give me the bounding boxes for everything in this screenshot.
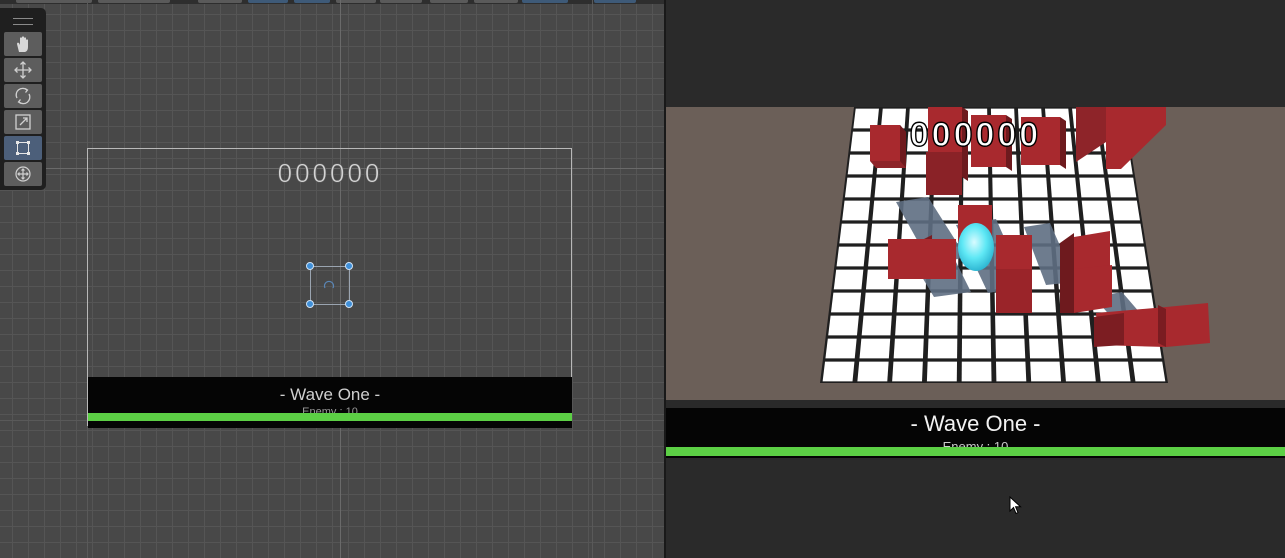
floor-tile [928, 315, 958, 336]
floor-tile [828, 315, 859, 336]
floor-tile [857, 361, 889, 382]
floor-tile [1098, 361, 1131, 382]
floor-tile [992, 177, 1019, 198]
floor-tile [995, 315, 1025, 336]
floor-tile [927, 338, 958, 359]
floor-tile [996, 361, 1027, 382]
floor-tile [842, 200, 871, 221]
pivot-icon[interactable] [322, 277, 336, 291]
floor-tile [962, 292, 991, 313]
player-orb [958, 223, 994, 271]
rect-transform-icon [16, 141, 30, 155]
transform-icon [15, 166, 31, 182]
floor-tile [961, 361, 992, 382]
hand-tool-button[interactable] [4, 32, 42, 56]
floor-tile [863, 292, 894, 313]
hand-icon [17, 36, 28, 52]
floor-tile [1064, 361, 1096, 382]
game-view[interactable]: 000000 - Wave One - Enemy : 10 [666, 0, 1285, 558]
rotate-tool-button[interactable] [4, 84, 42, 108]
mouse-cursor-icon [1009, 496, 1022, 515]
scene-top-toolbar-strip [0, 0, 664, 4]
floor-tile [1027, 315, 1058, 336]
floor-tile [861, 315, 892, 336]
scene-tools-panel [0, 8, 46, 190]
floor-tile [1021, 177, 1048, 198]
scene-score-text[interactable]: 000000 [88, 158, 572, 189]
rotate-icon [15, 87, 31, 105]
game-score-text: 000000 [909, 115, 1042, 154]
floor-tile [1120, 269, 1151, 290]
floor-tile [1108, 177, 1137, 198]
game-wave-banner: - Wave One - Enemy : 10 [666, 408, 1285, 458]
grid-line [592, 0, 593, 558]
floor-tile [833, 269, 864, 290]
floor-tile [1111, 200, 1140, 221]
gizmo-handle-top-right[interactable] [345, 262, 353, 270]
move-tool-button[interactable] [4, 58, 42, 82]
floor-tile [992, 200, 1020, 221]
floor-tile [896, 292, 926, 313]
gizmo-handle-bottom-right[interactable] [345, 300, 353, 308]
gizmo-handle-bottom-left[interactable] [306, 300, 314, 308]
scale-icon [15, 114, 31, 130]
floor-tile [836, 246, 866, 267]
floor-tile [1029, 338, 1060, 359]
floor-tile [1062, 338, 1094, 359]
floor-tile [892, 361, 923, 382]
scene-view[interactable]: 000000 - Wave One - Enemy : 10 [0, 0, 664, 558]
floor-tile [962, 315, 991, 336]
floor-tile [1052, 200, 1080, 221]
floor-tile [1030, 361, 1062, 382]
transform-tool-button[interactable] [4, 162, 42, 186]
floor-tile [1114, 223, 1144, 244]
floor-tile [844, 177, 873, 198]
floor-tile [1050, 177, 1078, 198]
floor-tile [1117, 246, 1148, 267]
floor-tile [961, 338, 992, 359]
floor-tile [893, 338, 924, 359]
floor-tile [895, 315, 925, 336]
floor-tile [926, 361, 958, 382]
floor-tile [822, 361, 855, 382]
floor-tile [995, 338, 1026, 359]
drag-grip-icon[interactable] [13, 18, 33, 25]
floor-tile [1060, 315, 1092, 336]
floor-tile [825, 338, 857, 359]
floor-tile [1079, 177, 1107, 198]
game-wave-title: - Wave One - [910, 411, 1041, 436]
floor-tile [872, 200, 900, 221]
floor-tile [830, 292, 862, 313]
scale-tool-button[interactable] [4, 110, 42, 134]
floor-tile [1132, 361, 1166, 382]
scene-wave-banner[interactable]: - Wave One - Enemy : 10 [88, 377, 572, 428]
rect-tool-button[interactable] [4, 136, 42, 160]
gizmo-handle-top-left[interactable] [306, 262, 314, 270]
floor-tile [963, 177, 989, 198]
scene-wave-title: - Wave One - [279, 385, 381, 404]
floor-tile [874, 177, 902, 198]
floor-tile [1022, 200, 1050, 221]
scene-health-bar [88, 413, 572, 421]
move-arrows-icon [14, 61, 32, 79]
floor-tile [859, 338, 891, 359]
floor-tile [1081, 200, 1110, 221]
game-health-bar [666, 447, 1285, 456]
floor-tile [839, 223, 868, 244]
